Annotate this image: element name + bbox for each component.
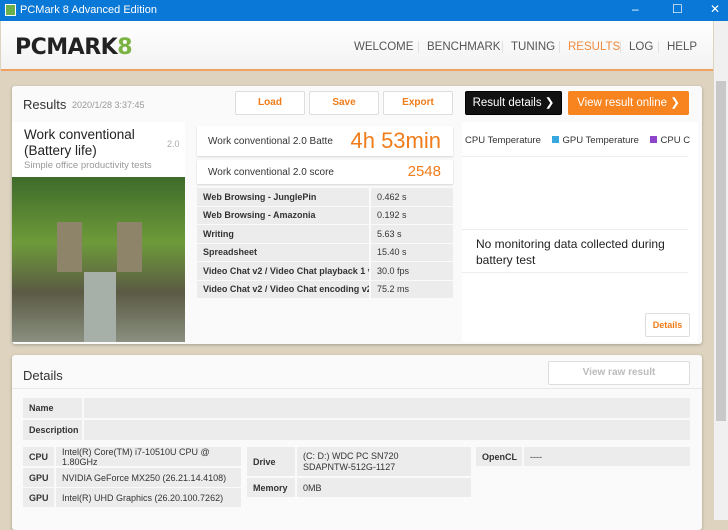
details-panel: Details View raw result Name Description…: [12, 355, 702, 530]
nav-log[interactable]: LOG: [620, 41, 661, 53]
test-version: 2.0: [167, 139, 180, 149]
legend-cpu-clock: CPU Cl: [660, 135, 690, 146]
battery-life-row: Work conventional 2.0 Batte 4h 53min: [197, 126, 453, 156]
name-value: [84, 398, 690, 418]
legend-gpu-temperature: GPU Temperature: [562, 135, 639, 146]
view-result-online-button[interactable]: View result online ❯: [568, 91, 689, 115]
monitoring-panel: CPU Temperature GPU Temperature CPU Cl N…: [462, 122, 698, 342]
nav-results[interactable]: RESULTS: [559, 41, 628, 53]
gpu-label: GPU: [23, 488, 54, 507]
cpu-label: CPU: [23, 447, 54, 466]
description-label: Description: [23, 420, 82, 440]
subtest-value: 0.192 s: [371, 206, 453, 224]
opencl-value: ----: [524, 447, 690, 466]
subtest-row: Writing 5.63 s: [197, 225, 453, 243]
nav-help[interactable]: HELP: [658, 41, 705, 53]
test-card: Work conventional (Battery life) 2.0 Sim…: [12, 122, 185, 342]
results-title: Results: [23, 97, 67, 112]
score-value: 2548: [407, 163, 441, 180]
result-details-button[interactable]: Result details ❯: [465, 91, 562, 115]
battery-value: 4h 53min: [350, 128, 441, 153]
gpu-value: NVIDIA GeForce MX250 (26.21.14.4108): [56, 468, 241, 487]
gpu-label: GPU: [23, 468, 54, 487]
details-button[interactable]: Details: [645, 313, 690, 337]
subtest-table: Web Browsing - JunglePin 0.462 s Web Brows…: [197, 188, 453, 299]
subtest-value: 0.462 s: [371, 188, 453, 206]
test-subtitle: Simple office productivity tests: [24, 160, 152, 171]
legend-cpu-temperature: CPU Temperature: [465, 135, 541, 146]
results-timestamp: 2020/1/28 3:37:45: [72, 100, 145, 110]
monitoring-legend: CPU Temperature GPU Temperature CPU Cl: [465, 135, 690, 146]
scrollbar-thumb[interactable]: [716, 81, 726, 421]
description-value: [84, 420, 690, 440]
subtest-name: Spreadsheet: [197, 243, 369, 261]
scrollbar[interactable]: [714, 21, 728, 520]
results-panel: Results 2020/1/28 3:37:45 Load Save Expo…: [12, 86, 702, 344]
memory-label: Memory: [247, 478, 295, 497]
window-title: PCMark 8 Advanced Edition: [20, 4, 157, 16]
cpu-clock-legend-swatch: [649, 136, 657, 143]
cpu-value: Intel(R) Core(TM) i7-10510U CPU @ 1.80GH…: [56, 447, 241, 467]
memory-value: 0MB: [297, 478, 471, 497]
title-bar: PCMark 8 Advanced Edition – ☐ ✕: [0, 0, 728, 21]
subtest-value: 75.2 ms: [371, 280, 453, 298]
pcmark-logo: PCMARK8: [15, 35, 132, 60]
maximize-button[interactable]: ☐: [672, 2, 683, 16]
details-title: Details: [23, 368, 63, 383]
nav-welcome[interactable]: WELCOME: [346, 41, 421, 53]
subtest-value: 15.40 s: [371, 243, 453, 261]
close-button[interactable]: ✕: [710, 2, 720, 16]
test-name: Work conventional (Battery life): [24, 127, 135, 158]
subtest-row: Video Chat v2 / Video Chat encoding v2 75…: [197, 280, 453, 299]
load-button[interactable]: Load: [235, 91, 305, 115]
gpu-legend-swatch: [551, 136, 559, 143]
subtest-name: Web Browsing - JunglePin: [197, 188, 369, 206]
save-button[interactable]: Save: [309, 91, 379, 115]
name-label: Name: [23, 398, 82, 418]
no-monitoring-message: No monitoring data collected during batt…: [476, 237, 665, 267]
subtest-value: 5.63 s: [371, 225, 453, 243]
app-header: PCMARK8 WELCOME BENCHMARK TUNING RESULTS…: [1, 21, 713, 71]
subtest-value: 30.0 fps: [371, 262, 453, 280]
score-row: Work conventional 2.0 score 2548: [197, 160, 453, 184]
export-button[interactable]: Export: [383, 91, 453, 115]
drive-value: (C: D:) WDC PC SN720 SDAPNTW-512G-1127: [297, 447, 471, 476]
test-image-bridge: [12, 177, 185, 342]
subtest-row: Web Browsing - JunglePin 0.462 s: [197, 188, 453, 206]
view-raw-result-button[interactable]: View raw result: [548, 361, 690, 385]
drive-label: Drive: [247, 447, 295, 476]
subtest-name: Video Chat v2 / Video Chat encoding v2: [197, 280, 369, 298]
nav-benchmark[interactable]: BENCHMARK: [418, 41, 508, 53]
score-label: Work conventional 2.0 score: [208, 167, 334, 178]
opencl-label: OpenCL: [476, 447, 522, 466]
subtest-name: Video Chat v2 / Video Chat playback 1 v: [197, 262, 369, 280]
battery-label: Work conventional 2.0 Batte: [208, 136, 333, 147]
subtest-name: Writing: [197, 225, 369, 243]
gpu-value: Intel(R) UHD Graphics (26.20.100.7262): [56, 488, 241, 507]
subtest-name: Web Browsing - Amazonia: [197, 206, 369, 224]
subtest-row: Web Browsing - Amazonia 0.192 s: [197, 206, 453, 225]
app-icon: [5, 4, 16, 16]
subtest-row: Video Chat v2 / Video Chat playback 1 v3…: [197, 262, 453, 280]
nav-tuning[interactable]: TUNING: [502, 41, 563, 53]
subtest-row: Spreadsheet 15.40 s: [197, 243, 453, 262]
minimize-button[interactable]: –: [632, 2, 639, 16]
